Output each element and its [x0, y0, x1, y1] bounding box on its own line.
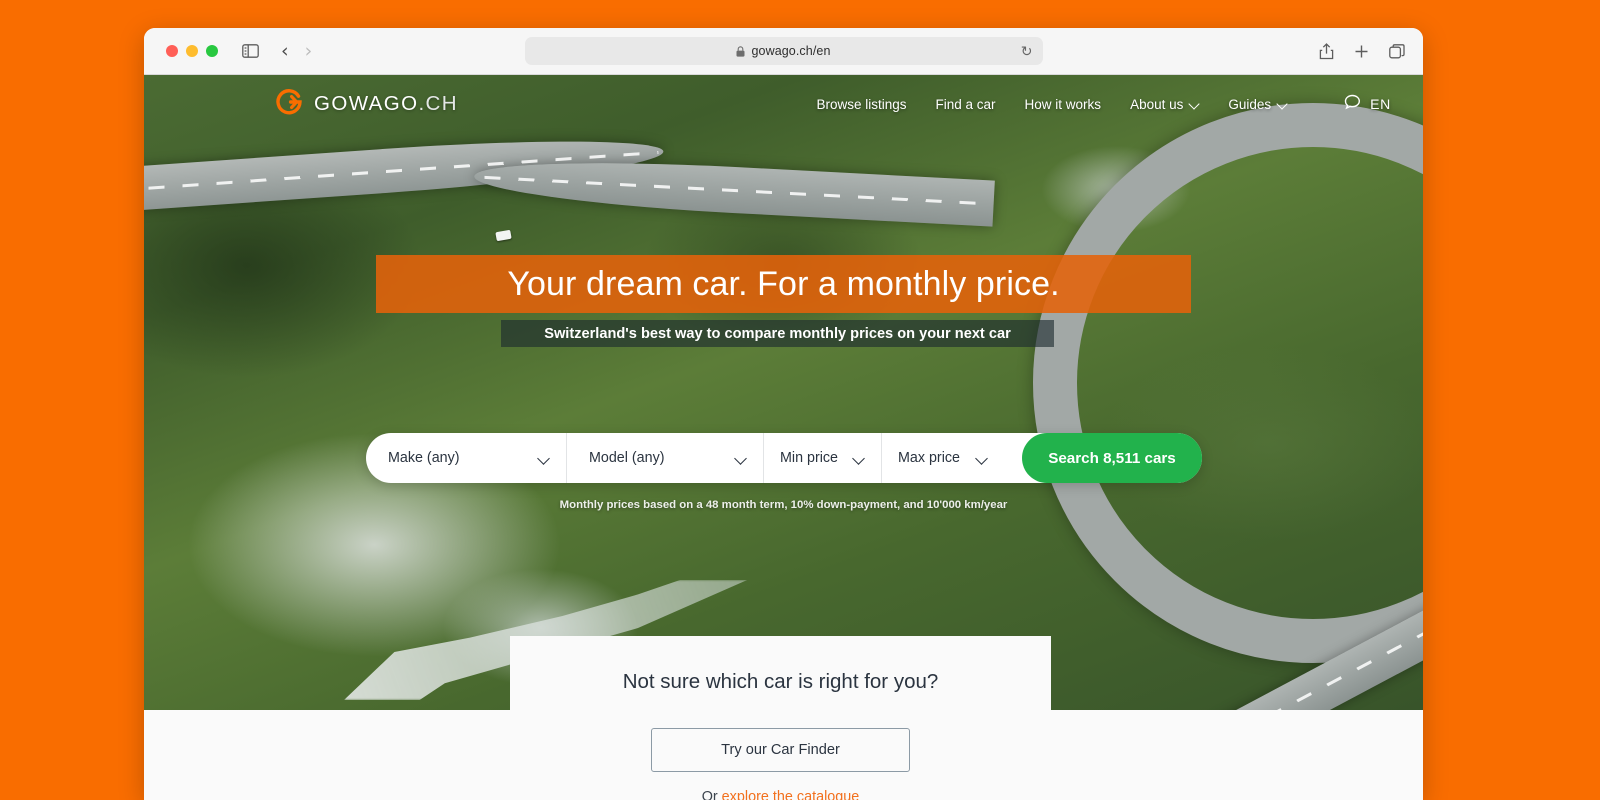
chevron-down-icon	[1190, 100, 1199, 109]
minimize-window-button[interactable]	[186, 45, 198, 57]
plus-icon[interactable]	[1354, 44, 1369, 59]
explore-catalogue-line: Or explore the catalogue	[510, 789, 1051, 800]
brand-name-main: GOWAGO	[314, 92, 419, 115]
sidebar-toggle-icon[interactable]	[242, 44, 259, 58]
back-arrow-icon[interactable]: ‹	[281, 41, 289, 61]
max-price-select[interactable]: Max price	[882, 433, 1004, 483]
chevron-down-icon	[1278, 100, 1287, 109]
explore-catalogue-link[interactable]: explore the catalogue	[722, 789, 860, 800]
max-price-select-label: Max price	[898, 450, 960, 466]
make-select[interactable]: Make (any)	[366, 433, 567, 483]
navigation-arrows: ‹ ›	[281, 41, 313, 61]
nav-item-how-it-works[interactable]: How it works	[1025, 97, 1102, 112]
toolbar-actions	[1319, 28, 1405, 75]
brand-name: GOWAGO.CH	[314, 92, 458, 116]
model-select[interactable]: Model (any)	[567, 433, 764, 483]
car-finder-card: Not sure which car is right for you? Try…	[510, 636, 1051, 800]
chevron-down-icon	[539, 453, 550, 464]
language-switcher[interactable]: EN	[1344, 94, 1391, 115]
nav-label: How it works	[1024, 96, 1102, 112]
chat-bubble-icon	[1344, 94, 1361, 115]
chevron-down-icon	[977, 453, 988, 464]
browser-window: ‹ › gowago.ch/en ↻ GOWAGO.CH Browse list…	[144, 28, 1423, 800]
gowago-logo-icon	[275, 88, 303, 121]
brand-logo[interactable]: GOWAGO.CH	[275, 88, 458, 121]
share-icon[interactable]	[1319, 43, 1334, 60]
maximize-window-button[interactable]	[206, 45, 218, 57]
model-select-label: Model (any)	[589, 450, 665, 466]
window-controls	[166, 45, 218, 57]
nav-item-guides[interactable]: Guides	[1228, 97, 1287, 112]
make-select-label: Make (any)	[388, 450, 460, 466]
min-price-select[interactable]: Min price	[764, 433, 882, 483]
nav-label: Browse listings	[816, 96, 907, 112]
hero-background-photo	[144, 75, 1423, 710]
language-code: EN	[1370, 96, 1391, 112]
reload-icon[interactable]: ↻	[1021, 44, 1033, 58]
headline-band: Your dream car. For a monthly price.	[376, 255, 1191, 313]
url-text: gowago.ch/en	[751, 44, 831, 58]
chevron-down-icon	[736, 453, 747, 464]
forward-arrow-icon[interactable]: ›	[305, 41, 313, 61]
nav-label: Guides	[1228, 96, 1272, 112]
car-search-bar: Make (any) Model (any) Min price Max pri…	[366, 433, 1202, 483]
explore-prefix: Or	[701, 789, 722, 800]
tab-overview-icon[interactable]	[1389, 44, 1405, 59]
nav-item-find-a-car[interactable]: Find a car	[936, 97, 996, 112]
brand-name-tld: .CH	[418, 92, 458, 115]
browser-toolbar: ‹ › gowago.ch/en ↻	[144, 28, 1423, 75]
nav-item-about-us[interactable]: About us	[1130, 97, 1199, 112]
primary-nav-links: Browse listings Find a car How it works …	[816, 94, 1391, 115]
min-price-select-label: Min price	[780, 450, 838, 466]
try-car-finder-button[interactable]: Try our Car Finder	[651, 728, 910, 772]
page-title: Your dream car. For a monthly price.	[507, 264, 1060, 303]
hero-section: GOWAGO.CH Browse listings Find a car How…	[144, 75, 1423, 710]
chevron-down-icon	[854, 453, 865, 464]
address-bar[interactable]: gowago.ch/en ↻	[524, 37, 1043, 65]
car-finder-title: Not sure which car is right for you?	[622, 670, 939, 693]
search-cars-button[interactable]: Search 8,511 cars	[1022, 433, 1202, 483]
close-window-button[interactable]	[166, 45, 178, 57]
nav-label: Find a car	[935, 96, 996, 112]
page-viewport: GOWAGO.CH Browse listings Find a car How…	[144, 75, 1423, 800]
nav-label: About us	[1130, 96, 1184, 112]
page-subtitle: Switzerland's best way to compare monthl…	[544, 325, 1011, 342]
site-navigation: GOWAGO.CH Browse listings Find a car How…	[144, 75, 1423, 133]
nav-item-browse-listings[interactable]: Browse listings	[816, 97, 906, 112]
road-shape	[1033, 103, 1423, 663]
car-on-road	[495, 229, 512, 242]
subheadline-band: Switzerland's best way to compare monthl…	[501, 320, 1054, 347]
pricing-disclaimer: Monthly prices based on a 48 month term,…	[559, 499, 1008, 511]
lock-icon	[736, 45, 745, 57]
